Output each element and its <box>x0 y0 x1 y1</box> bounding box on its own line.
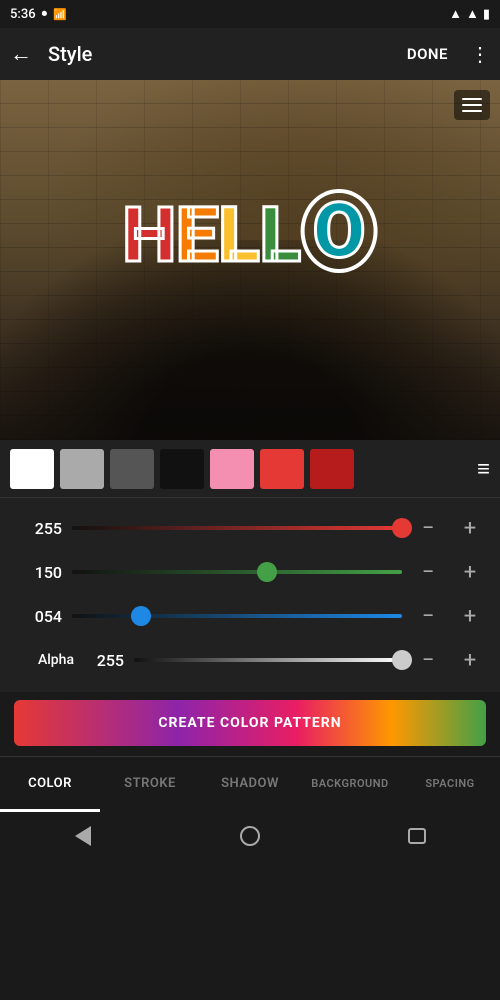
notification-icon: ⏺ <box>42 7 48 21</box>
color-swatches-row: ≡ <box>0 440 500 498</box>
green-value-label: 150 <box>14 563 62 582</box>
green-minus-button[interactable]: − <box>412 556 444 588</box>
swatch-dark-gray[interactable] <box>110 449 154 489</box>
swatch-light-gray[interactable] <box>60 449 104 489</box>
swatch-black[interactable] <box>160 449 204 489</box>
alpha-value-label: 255 <box>84 651 124 670</box>
top-bar: ← Style DONE ⋮ <box>0 28 500 80</box>
blue-slider-thumb[interactable] <box>131 606 151 626</box>
alpha-prefix-label: Alpha <box>14 652 74 668</box>
bottom-tabs: COLOR STROKE SHADOW BACKGROUND SPACING <box>0 756 500 812</box>
swatch-pink[interactable] <box>210 449 254 489</box>
more-options-button[interactable]: ⋮ <box>470 42 490 66</box>
status-bar: 5:36 ⏺ 📶 ▲ ▲ ▮ <box>0 0 500 28</box>
page-title: Style <box>48 42 397 66</box>
red-minus-button[interactable]: − <box>412 512 444 544</box>
nav-back-button[interactable] <box>53 818 113 854</box>
nav-home-button[interactable] <box>220 818 280 854</box>
hello-text-container: H E L L O <box>123 189 378 273</box>
red-slider-row: 255 − + <box>14 510 486 546</box>
done-button[interactable]: DONE <box>407 45 448 63</box>
hello-text: H E L L O <box>123 189 378 273</box>
tab-shadow[interactable]: SHADOW <box>200 757 300 812</box>
sim-icon: 📶 <box>53 8 67 21</box>
blue-slider-row: 054 − + <box>14 598 486 634</box>
back-button[interactable]: ← <box>10 41 32 67</box>
green-slider-thumb[interactable] <box>257 562 277 582</box>
blue-minus-button[interactable]: − <box>412 600 444 632</box>
letter-e: E <box>176 197 219 273</box>
image-area: H E L L O <box>0 80 500 440</box>
tab-color[interactable]: COLOR <box>0 757 100 812</box>
tab-stroke[interactable]: STROKE <box>100 757 200 812</box>
letter-o: O <box>301 189 377 273</box>
blue-value-label: 054 <box>14 607 62 626</box>
green-slider-row: 150 − + <box>14 554 486 590</box>
nav-bar <box>0 812 500 860</box>
alpha-plus-button[interactable]: + <box>454 644 486 676</box>
swatches-menu-button[interactable]: ≡ <box>477 456 490 482</box>
green-plus-button[interactable]: + <box>454 556 486 588</box>
alpha-minus-button[interactable]: − <box>412 644 444 676</box>
tab-spacing[interactable]: SPACING <box>400 757 500 812</box>
back-icon <box>75 826 91 846</box>
sliders-area: 255 − + 150 − + 054 − + Alpha 255 − + <box>0 498 500 692</box>
nav-recents-button[interactable] <box>387 818 447 854</box>
letter-h: H <box>123 197 176 273</box>
status-right: ▲ ▲ ▮ <box>449 6 490 22</box>
letter-l1: L <box>219 197 260 273</box>
swatch-white[interactable] <box>10 449 54 489</box>
create-btn-label: CREATE COLOR PATTERN <box>158 715 341 731</box>
tab-background[interactable]: BACKGROUND <box>300 757 400 812</box>
create-color-pattern-button[interactable]: CREATE COLOR PATTERN <box>14 700 486 746</box>
recents-icon <box>408 828 426 844</box>
letter-l2: L <box>260 197 301 273</box>
red-value-label: 255 <box>14 519 62 538</box>
alpha-slider-row: Alpha 255 − + <box>14 642 486 678</box>
alpha-slider-track[interactable] <box>134 658 402 662</box>
home-icon <box>240 826 260 846</box>
status-left: 5:36 ⏺ 📶 <box>10 7 67 22</box>
swatch-dark-red[interactable] <box>310 449 354 489</box>
red-slider-track[interactable] <box>72 526 402 530</box>
red-plus-button[interactable]: + <box>454 512 486 544</box>
red-slider-thumb[interactable] <box>392 518 412 538</box>
green-slider-track[interactable] <box>72 570 402 574</box>
blue-slider-track[interactable] <box>72 614 402 618</box>
wifi-icon: ▲ <box>449 6 462 22</box>
swatch-red[interactable] <box>260 449 304 489</box>
blue-plus-button[interactable]: + <box>454 600 486 632</box>
battery-icon: ▮ <box>483 7 490 22</box>
signal-icon: ▲ <box>466 6 479 22</box>
status-time: 5:36 <box>10 7 36 22</box>
alpha-slider-thumb[interactable] <box>392 650 412 670</box>
hamburger-menu-button[interactable] <box>454 90 490 120</box>
